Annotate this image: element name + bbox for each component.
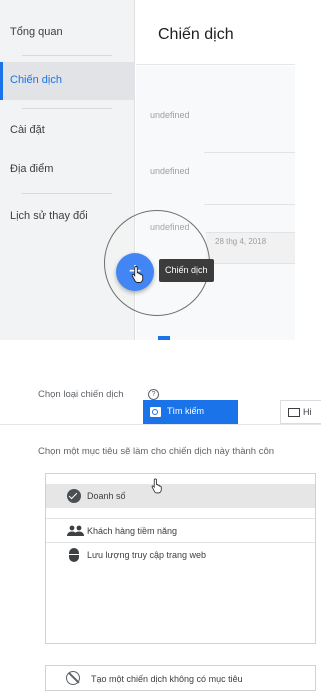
search-icon [150,407,161,417]
goal-option-label: Doanh số [87,491,126,501]
sidebar-item-overview[interactable]: Tổng quan [10,26,63,38]
goal-option-label: Khách hàng tiềm năng [87,526,178,536]
goal-list: Doanh số Khách hàng tiềm năng Lưu lượng … [45,473,316,644]
sidebar-item-change-history[interactable]: Lịch sử thay đổi [10,210,88,222]
people-icon [67,525,84,536]
check-circle-icon [67,489,81,503]
hand-cursor-icon [131,266,144,283]
ban-icon [66,671,80,685]
page-title: Chiến dịch [158,26,234,43]
tab-search-label: Tìm kiếm [167,406,204,416]
sidebar-divider [22,108,112,109]
help-icon[interactable]: ? [148,389,159,400]
hand-cursor-icon [151,478,162,494]
no-goal-label: Tạo một chiến dịch không có mục tiêu [91,674,243,684]
goal-prompt: Chọn một mục tiêu sẽ làm cho chiến dịch … [38,446,275,457]
display-icon [288,408,300,417]
sidebar-item-locations[interactable]: Địa điểm [10,163,53,175]
table-cell: undefined [150,166,190,176]
table-cell: undefined [150,110,190,120]
campaign-type-label: Chọn loại chiến dịch [38,389,124,400]
sidebar-divider [22,55,112,56]
sidebar-item-settings[interactable]: Cài đặt [10,124,45,136]
new-campaign-form: Chọn loại chiến dịch ? Tìm kiếm Hi Chọn … [0,340,321,697]
date-cell: 28 thg 4, 2018 [215,237,267,246]
fab-tooltip: Chiến dịch [159,259,214,282]
row-divider [204,204,295,205]
sidebar-item-campaigns[interactable]: Chiến dịch [0,62,135,100]
page-header: Chiến dịch [136,0,295,65]
goal-option-sales[interactable]: Doanh số [46,484,315,508]
tab-display[interactable]: Hi [280,400,321,424]
tabs-divider [0,424,321,425]
goal-option-website-traffic[interactable]: Lưu lượng truy cập trang web [46,542,315,566]
goal-option-leads[interactable]: Khách hàng tiềm năng [46,518,315,542]
row-divider [204,152,295,153]
tab-display-label: Hi [303,407,312,417]
campaigns-page: Tổng quan Chiến dịch Cài đặt Địa điểm Lị… [0,0,295,340]
sidebar-item-label: Chiến dịch [10,74,62,86]
goal-option-label: Lưu lượng truy cập trang web [87,550,207,560]
tab-search[interactable]: Tìm kiếm [143,400,238,424]
no-goal-option[interactable]: Tạo một chiến dịch không có mục tiêu [45,665,316,691]
mouse-icon [69,548,79,562]
sidebar-divider [22,193,112,194]
